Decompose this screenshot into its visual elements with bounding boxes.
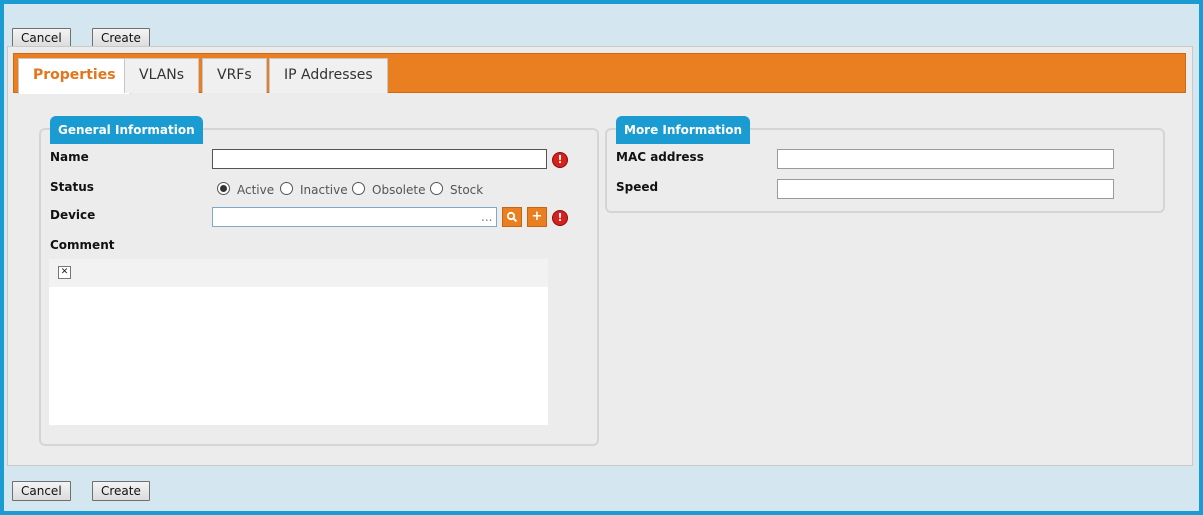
- mac-address-input[interactable]: [777, 149, 1114, 169]
- comment-editor-toolbar: ✕: [49, 259, 548, 287]
- status-radio-obsolete[interactable]: [352, 182, 365, 195]
- speed-input[interactable]: [777, 179, 1114, 199]
- create-button-top[interactable]: Create: [92, 28, 150, 48]
- status-radio-stock[interactable]: [430, 182, 443, 195]
- expand-icon[interactable]: ✕: [58, 266, 71, 279]
- status-radio-inactive[interactable]: [280, 182, 293, 195]
- cancel-button-top[interactable]: Cancel: [12, 28, 71, 48]
- general-information-legend: General Information: [50, 116, 203, 144]
- status-option-active: Active: [237, 183, 275, 197]
- comment-label: Comment: [50, 238, 115, 252]
- device-browse-ellipsis[interactable]: ...: [481, 210, 492, 224]
- status-radio-active[interactable]: [217, 182, 230, 195]
- speed-label: Speed: [616, 180, 659, 194]
- mac-address-label: MAC address: [616, 150, 704, 164]
- tab-vrfs[interactable]: VRFs: [202, 58, 267, 93]
- more-information-legend: More Information: [616, 116, 751, 144]
- magnifier-icon[interactable]: [502, 207, 522, 227]
- status-option-inactive: Inactive: [300, 183, 348, 197]
- status-option-obsolete: Obsolete: [372, 183, 426, 197]
- cancel-button-bottom[interactable]: Cancel: [12, 481, 71, 501]
- tab-properties[interactable]: Properties: [18, 58, 131, 94]
- create-button-bottom[interactable]: Create: [92, 481, 150, 501]
- device-label: Device: [50, 208, 96, 222]
- name-label: Name: [50, 150, 89, 164]
- tab-ip-addresses[interactable]: IP Addresses: [269, 58, 388, 93]
- comment-editor[interactable]: [49, 287, 548, 425]
- exclamation-icon: !: [552, 210, 568, 226]
- status-option-stock: Stock: [450, 183, 484, 197]
- exclamation-icon: !: [552, 152, 568, 168]
- plus-icon[interactable]: +: [527, 207, 547, 227]
- name-input[interactable]: [212, 149, 547, 169]
- tab-vlans[interactable]: VLANs: [124, 58, 200, 93]
- status-label: Status: [50, 180, 94, 194]
- device-input[interactable]: [212, 207, 497, 227]
- tab-bar: Properties VLANs VRFs IP Addresses: [13, 53, 1186, 94]
